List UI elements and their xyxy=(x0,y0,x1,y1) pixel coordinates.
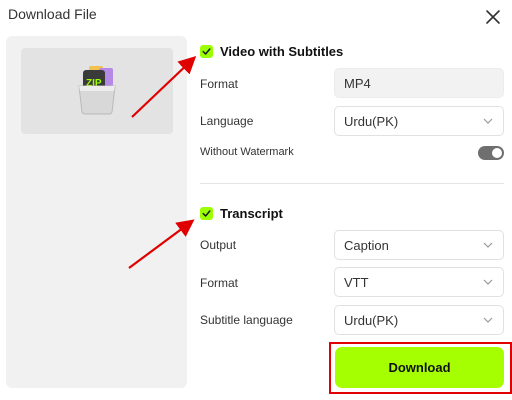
annotation-arrow-transcript xyxy=(128,219,195,269)
annotation-arrows xyxy=(128,55,197,269)
annotation-arrow-video xyxy=(131,55,197,118)
